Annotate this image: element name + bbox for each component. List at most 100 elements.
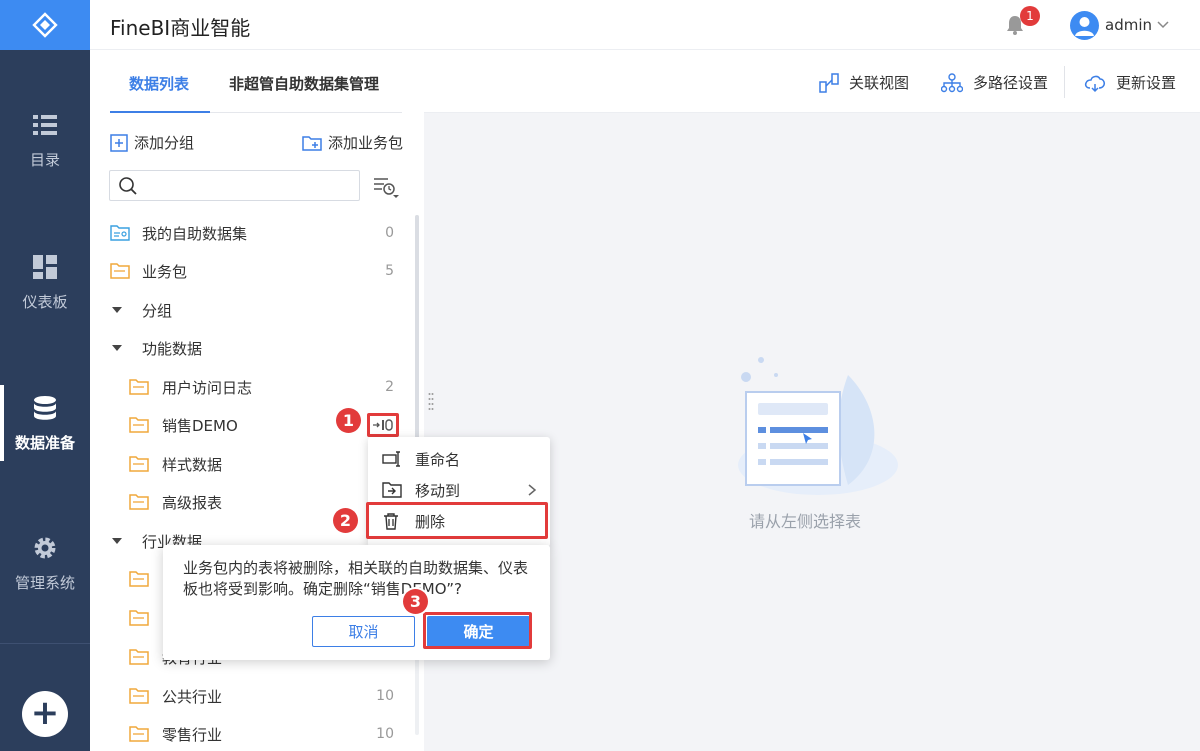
main-toolbar: 关联视图 多路径设置 更新设置 [424,50,1200,113]
tree-item-package[interactable]: 业务包 5 [90,252,400,290]
add-group-button[interactable]: 添加分组 [110,132,194,153]
tree-item-label: 我的自助数据集 [142,224,248,243]
tree-item-public[interactable]: 公共行业 10 [90,677,400,715]
tree-item-label: 零售行业 [162,725,223,744]
avatar[interactable] [1070,11,1099,40]
add-group-icon [110,133,128,152]
folder-icon [129,456,149,472]
folder-icon [129,610,149,626]
gear-icon [34,537,56,558]
move-to-icon [382,482,402,498]
logo-icon [32,12,58,38]
folder-icon [129,379,149,395]
nav-item-admin[interactable]: 管理系统 [0,503,90,623]
chevron-right-icon [528,484,537,496]
notification-badge: 1 [1020,6,1040,26]
self-dataset-icon [110,225,130,241]
cloud-refresh-icon [1084,75,1105,92]
chevron-down-icon[interactable] [1156,18,1170,32]
hierarchy-icon [941,72,963,92]
folder-icon [129,649,149,665]
caret-down-icon [112,345,122,351]
side-navigation: 目录 仪表板 数据准备 管理系统 + [0,0,90,751]
active-tab-indicator [110,111,210,113]
tree-item-count: 0 [385,225,394,241]
cancel-button[interactable]: 取消 [312,616,415,647]
nav-item-label: 仪表板 [22,292,68,311]
folder-icon [129,417,149,433]
relation-view-icon [819,72,839,93]
filter-sort-icon[interactable] [372,174,400,200]
annotation-box-2 [366,502,548,539]
tree-item-label: 样式数据 [162,455,223,474]
relation-view-button[interactable]: 关联视图 [819,72,909,93]
step-marker-1: 1 [336,408,361,433]
caret-down-icon [112,538,122,544]
app-logo[interactable] [0,0,90,50]
rename-icon [382,451,400,467]
update-settings-label: 更新设置 [1116,74,1177,92]
empty-state-illustration [738,357,898,495]
tree-item-label: 业务包 [142,262,188,281]
folder-icon [129,571,149,587]
folder-icon [110,263,130,279]
add-package-label: 添加业务包 [328,134,404,152]
dashboard-icon [33,254,57,279]
tree-item-label: 功能数据 [142,339,203,358]
user-icon [1075,17,1094,36]
nav-item-label: 数据准备 [14,433,75,452]
tab-data-list[interactable]: 数据列表 [129,73,189,94]
tree-item-retail[interactable]: 零售行业 10 [90,715,400,751]
multipath-settings-button[interactable]: 多路径设置 [941,72,1048,93]
multipath-settings-label: 多路径设置 [973,74,1049,92]
search-icon [119,177,137,195]
tree-item-label: 销售DEMO [162,416,238,435]
tree-item-label: 高级报表 [162,493,223,512]
list-icon [33,114,57,135]
update-settings-button[interactable]: 更新设置 [1084,72,1176,93]
tree-item-count: 2 [385,379,394,395]
search-input[interactable] [144,175,354,197]
add-package-button[interactable]: 添加业务包 [302,132,403,153]
app-title: FineBI商业智能 [110,16,251,40]
tree-item-self-dataset[interactable]: 我的自助数据集 0 [90,214,400,252]
nav-item-label: 目录 [29,150,60,169]
tree-group-grouping[interactable]: 分组 [90,291,400,329]
empty-state-text: 请从左侧选择表 [749,512,862,531]
toolbar-divider [1064,66,1065,98]
more-actions-icon[interactable] [371,417,395,433]
menu-item-label: 重命名 [415,450,461,469]
annotation-box-3 [423,612,532,649]
top-header: FineBI商业智能 1 admin [90,0,1200,50]
drag-handle-icon[interactable] [428,392,434,410]
tree-group-function-data[interactable]: 功能数据 [90,329,400,367]
nav-divider [0,643,90,644]
database-icon [34,395,56,420]
tree-item-access-log[interactable]: 用户访问日志 2 [90,368,400,406]
step-marker-2: 2 [333,508,358,533]
add-group-label: 添加分组 [134,134,195,152]
folder-icon [129,494,149,510]
relation-view-label: 关联视图 [849,74,910,92]
menu-item-label: 移动到 [415,481,461,500]
tree-item-count: 10 [376,726,394,742]
tab-non-admin-dataset[interactable]: 非超管自助数据集管理 [229,73,379,94]
tree-item-count: 5 [385,263,394,279]
tree-item-label: 用户访问日志 [162,378,253,397]
tree-item-label: 公共行业 [162,687,223,706]
tree-item-label: 分组 [142,301,173,320]
nav-item-data-prep[interactable]: 数据准备 [0,363,90,483]
add-button[interactable]: + [22,691,68,737]
search-box[interactable] [109,170,360,201]
add-package-icon [302,135,322,151]
nav-item-dashboard[interactable]: 仪表板 [0,222,90,342]
folder-icon [129,726,149,742]
tree-item-style-data[interactable]: 样式数据 [90,445,400,483]
nav-item-label: 管理系统 [14,573,75,592]
step-marker-3: 3 [403,589,428,614]
nav-item-catalog[interactable]: 目录 [0,80,90,200]
confirm-message: 业务包内的表将被删除，相关联的自助数据集、仪表板也将受到影响。确定删除“销售DE… [183,559,529,598]
menu-item-rename[interactable]: 重命名 [368,443,550,475]
user-name[interactable]: admin [1105,16,1152,34]
tree-item-count: 10 [376,688,394,704]
